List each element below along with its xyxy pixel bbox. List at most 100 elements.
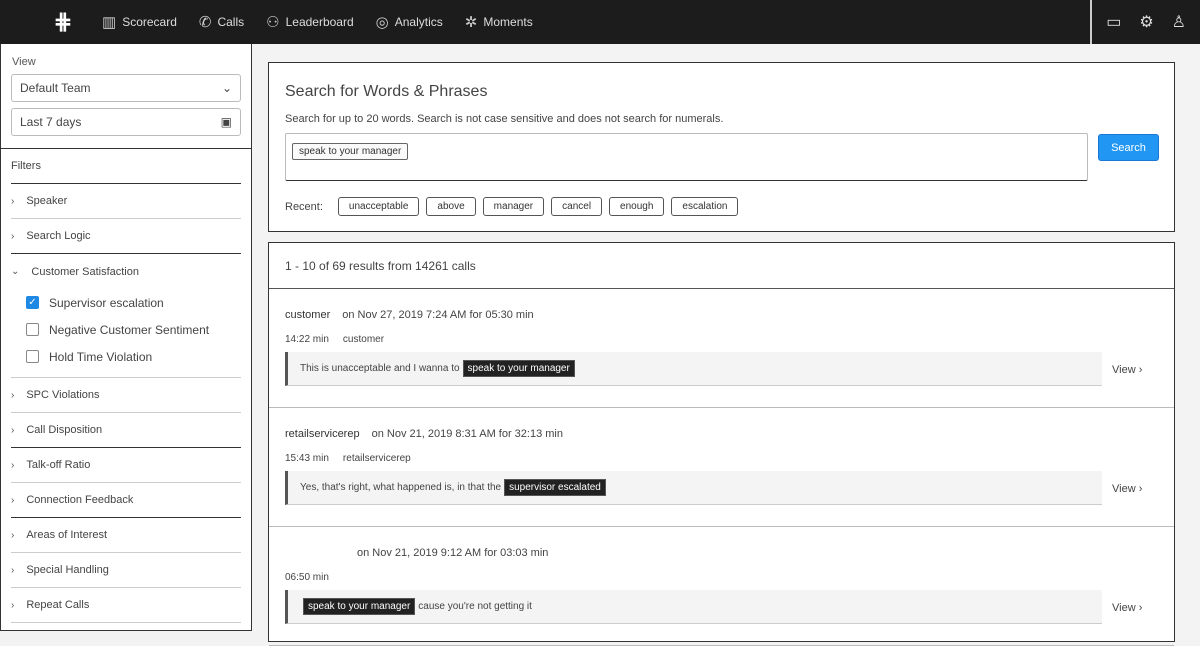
- search-chip[interactable]: speak to your manager: [292, 143, 409, 160]
- filter-item[interactable]: › Call Disposition: [11, 413, 241, 448]
- filter-item[interactable]: › Special Handling: [11, 553, 241, 588]
- nav-analytics[interactable]: ◎ Analytics: [376, 13, 443, 31]
- view-label: View: [1112, 483, 1136, 495]
- recent-chip[interactable]: unacceptable: [337, 197, 420, 216]
- phone-icon: ✆: [198, 14, 212, 31]
- snippet-text: This is unacceptable and I wanna to: [300, 363, 460, 374]
- filter-label: SPC Violations: [26, 389, 100, 401]
- top-nav: ⋕ ▥ Scorecard ✆ Calls ⚇ Leaderboard ◎ Analyt…: [0, 0, 1200, 44]
- filter-label: Connection Feedback: [26, 494, 134, 506]
- checkbox-icon[interactable]: [26, 323, 39, 336]
- filter-item[interactable]: › Repeat Calls: [11, 588, 241, 623]
- globe-icon: ◎: [375, 14, 389, 31]
- filter-search-logic[interactable]: › Search Logic: [11, 219, 241, 254]
- chevron-right-icon: ›: [11, 459, 15, 471]
- nav-moments[interactable]: ✲ Moments: [465, 13, 533, 31]
- filter-label: Repeat Calls: [26, 599, 90, 611]
- search-button[interactable]: Search: [1098, 134, 1159, 161]
- nav-leaderboard[interactable]: ⚇ Leaderboard: [266, 13, 354, 31]
- filter-speaker[interactable]: › Speaker: [11, 184, 241, 219]
- filter-label: Speaker: [26, 195, 68, 207]
- checkbox-supervisor-escalation[interactable]: ✓ Supervisor escalation: [26, 289, 251, 316]
- logo-icon[interactable]: ⋕: [46, 7, 80, 37]
- checkbox-label: Negative Customer Sentiment: [49, 322, 210, 337]
- snippet-text: cause you're not getting it: [418, 601, 532, 612]
- filters-heading: Filters: [11, 149, 241, 184]
- result-item: on Nov 21, 2019 9:12 AM for 03:03 min 06…: [269, 527, 1174, 646]
- filters-label: Filters: [11, 160, 41, 172]
- filter-customer-satisfaction[interactable]: ⌄ Customer Satisfaction: [11, 254, 241, 289]
- view-label: View: [1112, 364, 1136, 376]
- search-hint: Search for up to 20 words. Search is not…: [285, 113, 724, 125]
- filter-label: Search Logic: [26, 230, 91, 242]
- page-title: Search for Words & Phrases: [285, 83, 488, 100]
- speaker-link[interactable]: retailservicerep: [285, 428, 360, 440]
- chevron-right-icon: ›: [11, 599, 15, 611]
- nav-actions: ▭ ⚙ ♙: [1090, 0, 1200, 44]
- team-value: Default Team: [20, 81, 91, 95]
- date-range-picker[interactable]: Last 7 days ▣: [11, 108, 241, 136]
- chevron-right-icon: ›: [1138, 483, 1143, 495]
- chevron-right-icon: ›: [11, 195, 15, 207]
- snippet-highlight: supervisor escalated: [504, 479, 606, 496]
- snippet-highlight: speak to your manager: [303, 598, 416, 615]
- nav-label: Calls: [217, 15, 245, 29]
- chevron-right-icon: ›: [11, 389, 15, 401]
- chevron-right-icon: ›: [11, 424, 15, 436]
- filter-label: Areas of Interest: [26, 529, 108, 541]
- checkbox-icon[interactable]: [26, 350, 39, 363]
- monitor-icon[interactable]: ▭: [1106, 12, 1121, 32]
- search-input[interactable]: speak to your manager: [285, 133, 1088, 181]
- nav-calls[interactable]: ✆ Calls: [199, 13, 244, 31]
- timestamp: 14:22 min: [285, 334, 329, 345]
- view-button[interactable]: View ›: [1112, 364, 1142, 376]
- recent-label: Recent:: [285, 200, 323, 213]
- speaker-link[interactable]: customer: [285, 309, 330, 321]
- snippet: This is unacceptable and I wanna to speak…: [285, 352, 1102, 386]
- calendar-icon: ▣: [220, 115, 232, 129]
- user-icon[interactable]: ♙: [1172, 12, 1186, 32]
- snippet-text: Yes, that's right, what happened is, in …: [300, 482, 502, 493]
- users-icon: ⚇: [266, 14, 280, 31]
- chevron-right-icon: ›: [11, 529, 15, 541]
- filter-label: Special Handling: [26, 564, 109, 576]
- view-label: View: [1112, 602, 1136, 614]
- view-button[interactable]: View ›: [1112, 483, 1142, 495]
- checkbox-hold-time[interactable]: Hold Time Violation: [26, 343, 251, 370]
- filter-label: Talk-off Ratio: [26, 459, 91, 471]
- checkbox-checked-icon[interactable]: ✓: [26, 296, 39, 309]
- nav-label: Moments: [483, 15, 533, 29]
- filter-item[interactable]: › Areas of Interest: [11, 518, 241, 553]
- filter-item[interactable]: › Talk-off Ratio: [11, 448, 241, 483]
- nav-scorecard[interactable]: ▥ Scorecard: [102, 13, 177, 31]
- chevron-right-icon: ›: [1138, 364, 1143, 376]
- date-value: Last 7 days: [20, 115, 82, 129]
- gear-icon[interactable]: ⚙: [1139, 12, 1153, 32]
- recent-chip[interactable]: escalation: [671, 197, 739, 216]
- speaker: customer: [342, 334, 385, 345]
- filter-label: Call Disposition: [26, 424, 103, 436]
- filter-item[interactable]: › Connection Feedback: [11, 483, 241, 518]
- view-button[interactable]: View ›: [1112, 602, 1142, 614]
- chevron-right-icon: ›: [11, 230, 15, 242]
- nav-label: Analytics: [394, 15, 443, 29]
- checkbox-negative-sentiment[interactable]: Negative Customer Sentiment: [26, 316, 251, 343]
- team-select[interactable]: Default Team ⌄: [11, 74, 241, 102]
- filter-label: Customer Satisfaction: [31, 265, 139, 278]
- sidebar: View Default Team ⌄ Last 7 days ▣ Filters …: [0, 44, 252, 631]
- timestamp: 06:50 min: [285, 572, 329, 583]
- snippet-highlight: speak to your manager: [462, 360, 575, 377]
- result-item: retailservicerep on Nov 21, 2019 8:31 AM …: [269, 408, 1174, 527]
- checkbox-label: Hold Time Violation: [49, 349, 153, 364]
- view-label: View: [12, 56, 36, 68]
- chevron-down-icon: ⌄: [221, 81, 232, 95]
- recent-chip[interactable]: cancel: [551, 197, 603, 216]
- recent-chip[interactable]: manager: [482, 197, 545, 216]
- recent-searches: Recent: unacceptable above manager cance…: [285, 197, 739, 216]
- search-panel: Search for Words & Phrases Search for up…: [268, 62, 1175, 232]
- filter-item[interactable]: › SPC Violations: [11, 378, 241, 413]
- recent-chip[interactable]: above: [426, 197, 476, 216]
- recent-chip[interactable]: enough: [609, 197, 665, 216]
- sparkle-icon: ✲: [464, 14, 478, 31]
- snippet: speak to your manager cause you're not ge…: [285, 590, 1102, 624]
